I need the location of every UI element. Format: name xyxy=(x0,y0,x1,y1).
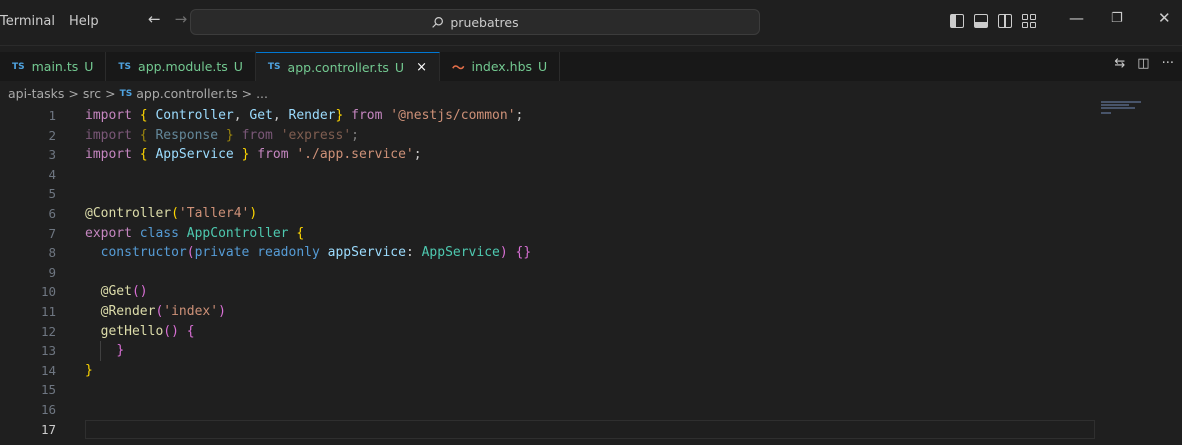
code-line: 11 @Render('index') xyxy=(0,302,1095,322)
code-text: @Render('index') xyxy=(100,303,226,319)
forward-arrow-icon[interactable]: → xyxy=(175,10,188,28)
code-text: @Controller('Taller4') xyxy=(85,205,258,221)
toggle-secondary-sidebar-icon[interactable] xyxy=(998,14,1012,28)
code-text: } xyxy=(85,362,93,378)
line-number: 4 xyxy=(48,166,56,182)
tab-label: main.ts xyxy=(31,59,79,74)
code-line: 5 xyxy=(0,184,1095,204)
line-number: 15 xyxy=(40,382,56,398)
code-line: 10 @Get() xyxy=(0,282,1095,302)
code-line: 15 xyxy=(0,380,1095,400)
breadcrumb-separator: > xyxy=(68,86,79,101)
code-line: 14} xyxy=(0,361,1095,381)
breadcrumb-symbols[interactable]: > ... xyxy=(242,86,268,101)
current-code-line: 17 xyxy=(0,419,1095,440)
line-number: 1 xyxy=(48,108,56,123)
line-number: 13 xyxy=(40,343,56,359)
code-line: 2 import { Response } from 'express'; xyxy=(0,126,1095,146)
close-window-icon[interactable]: ✕ xyxy=(1158,9,1171,27)
code-line: 13 } xyxy=(0,341,1095,361)
code-line: 7 export class AppController { xyxy=(0,224,1095,244)
line-number: 11 xyxy=(40,303,56,319)
code-line: 1 import { Controller, Get, Render} from … xyxy=(0,106,1095,126)
breadcrumb-separator: > xyxy=(105,86,116,101)
minimap[interactable] xyxy=(1095,100,1165,445)
code-text: } xyxy=(116,343,125,359)
line-number: 2 xyxy=(48,127,56,143)
code-editor[interactable]: 1 import { Controller, Get, Render} from … xyxy=(0,106,1095,445)
minimize-icon[interactable]: — xyxy=(1069,9,1084,27)
customize-layout-icon[interactable] xyxy=(1022,14,1036,28)
menu-terminal[interactable]: Terminal xyxy=(0,12,55,31)
navigation-controls: ← → xyxy=(148,10,187,28)
line-number: 14 xyxy=(40,362,56,378)
tab-label: app.module.ts xyxy=(138,59,228,74)
tab-label: app.controller.ts xyxy=(287,59,389,75)
line-number: 5 xyxy=(48,186,56,202)
compare-changes-icon[interactable]: ⇆ xyxy=(1114,56,1125,71)
tab-app-module-ts[interactable]: TS app.module.ts U xyxy=(106,52,256,81)
tab-main-ts[interactable]: TS main.ts U xyxy=(0,52,107,81)
tab-index-hbs[interactable]: 〜 index.hbs U xyxy=(439,52,561,81)
breadcrumb-folder-src[interactable]: src xyxy=(83,86,101,101)
breadcrumb-file[interactable]: app.controller.ts xyxy=(136,86,237,101)
menu-bar: Terminal Help xyxy=(0,12,99,31)
breadcrumb: api-tasks > src > TS app.controller.ts >… xyxy=(8,86,268,101)
line-number: 17 xyxy=(40,421,56,437)
line-number: 10 xyxy=(40,284,56,300)
code-text: import { Controller, Get, Render} from '… xyxy=(85,108,524,123)
title-bar: Terminal Help ← → pruebatres — ❐ ✕ xyxy=(0,0,1182,46)
command-center-search[interactable]: pruebatres xyxy=(190,9,760,35)
code-line: 6 @Controller('Taller4') xyxy=(0,204,1095,224)
editor-actions: ⇆ ◫ ··· xyxy=(1114,56,1174,71)
code-line: 8 constructor(private readonly appServic… xyxy=(0,243,1095,263)
current-line-highlight xyxy=(85,419,1095,440)
search-icon xyxy=(432,16,444,28)
untracked-badge: U xyxy=(394,59,405,75)
code-text: import { AppService } from './app.servic… xyxy=(85,147,422,163)
code-text: @Get() xyxy=(100,284,148,300)
handlebars-icon: 〜 xyxy=(451,60,465,75)
editor-tab-bar: TS main.ts U TS app.module.ts U TS app.c… xyxy=(0,52,1182,81)
code-line: 4 xyxy=(0,165,1095,185)
code-line: 3 import { AppService } from './app.servi… xyxy=(0,145,1095,165)
typescript-icon: TS xyxy=(118,61,132,72)
tab-label: index.hbs xyxy=(471,59,533,74)
code-line: 16 xyxy=(0,400,1095,420)
line-number: 8 xyxy=(48,245,56,261)
toggle-panel-icon[interactable] xyxy=(974,14,988,28)
typescript-icon: TS xyxy=(12,61,25,72)
code-text: constructor(private readonly appService:… xyxy=(100,245,532,261)
code-text: export class AppController { xyxy=(85,225,305,241)
code-line: 9 xyxy=(0,263,1095,283)
line-number: 9 xyxy=(48,264,56,280)
untracked-badge: U xyxy=(538,59,548,74)
vertical-scrollbar[interactable] xyxy=(1168,100,1182,445)
untracked-badge: U xyxy=(233,59,243,74)
toggle-primary-sidebar-icon[interactable] xyxy=(950,14,964,28)
back-arrow-icon[interactable]: ← xyxy=(148,10,161,28)
line-number: 3 xyxy=(48,147,56,163)
restore-icon[interactable]: ❐ xyxy=(1111,11,1123,26)
close-tab-icon[interactable]: × xyxy=(416,60,427,75)
untracked-badge: U xyxy=(84,59,94,74)
line-number: 12 xyxy=(40,323,56,339)
search-text: pruebatres xyxy=(450,14,519,30)
typescript-icon: TS xyxy=(119,88,133,99)
line-number: 16 xyxy=(40,401,56,417)
typescript-icon: TS xyxy=(267,62,281,72)
layout-controls xyxy=(950,14,1036,28)
breadcrumb-folder-api-tasks[interactable]: api-tasks xyxy=(8,86,64,101)
tab-app-controller-ts[interactable]: TS app.controller.ts U × xyxy=(255,52,440,81)
more-actions-icon[interactable]: ··· xyxy=(1162,56,1174,71)
code-text: import { Response } from 'express'; xyxy=(85,127,359,143)
line-number: 6 xyxy=(48,205,56,221)
menu-help[interactable]: Help xyxy=(69,12,99,31)
code-line: 12 getHello() { xyxy=(0,322,1095,342)
code-text: getHello() { xyxy=(100,323,195,339)
split-editor-icon[interactable]: ◫ xyxy=(1137,56,1149,71)
line-number: 7 xyxy=(48,225,56,241)
